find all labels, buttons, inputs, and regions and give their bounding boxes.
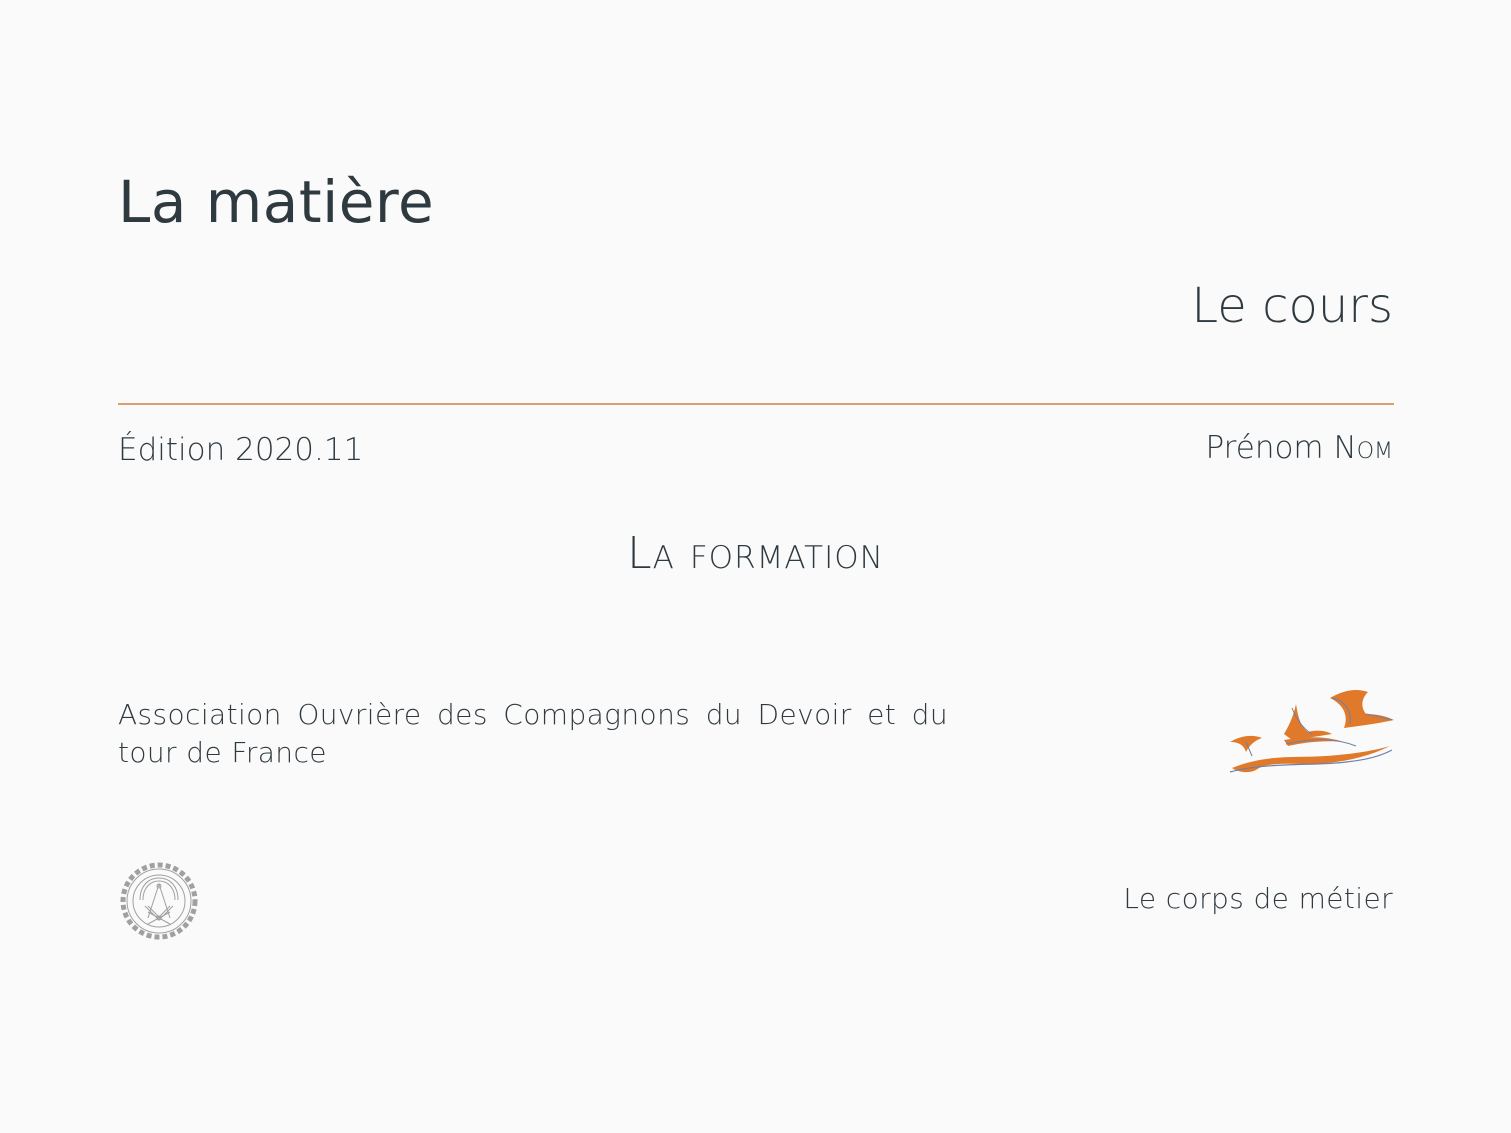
author-name: Prénom Nom <box>1206 430 1393 466</box>
presentation-title: La matière <box>118 168 435 236</box>
author-first-name: Prénom <box>1205 430 1324 466</box>
compagnons-emblem-icon <box>120 862 198 940</box>
edition-label: Édition 2020.11 <box>118 432 364 468</box>
course-name: La formation <box>627 528 884 579</box>
institution-name: Association Ouvrière des Compagnons du D… <box>118 698 948 769</box>
author-last-name: Nom <box>1333 430 1394 466</box>
presentation-subtitle: Le cours <box>1191 278 1393 334</box>
birds-logo-icon <box>1229 690 1394 773</box>
trade-name: Le corps de métier <box>1123 882 1393 915</box>
title-separator-rule <box>118 403 1394 405</box>
